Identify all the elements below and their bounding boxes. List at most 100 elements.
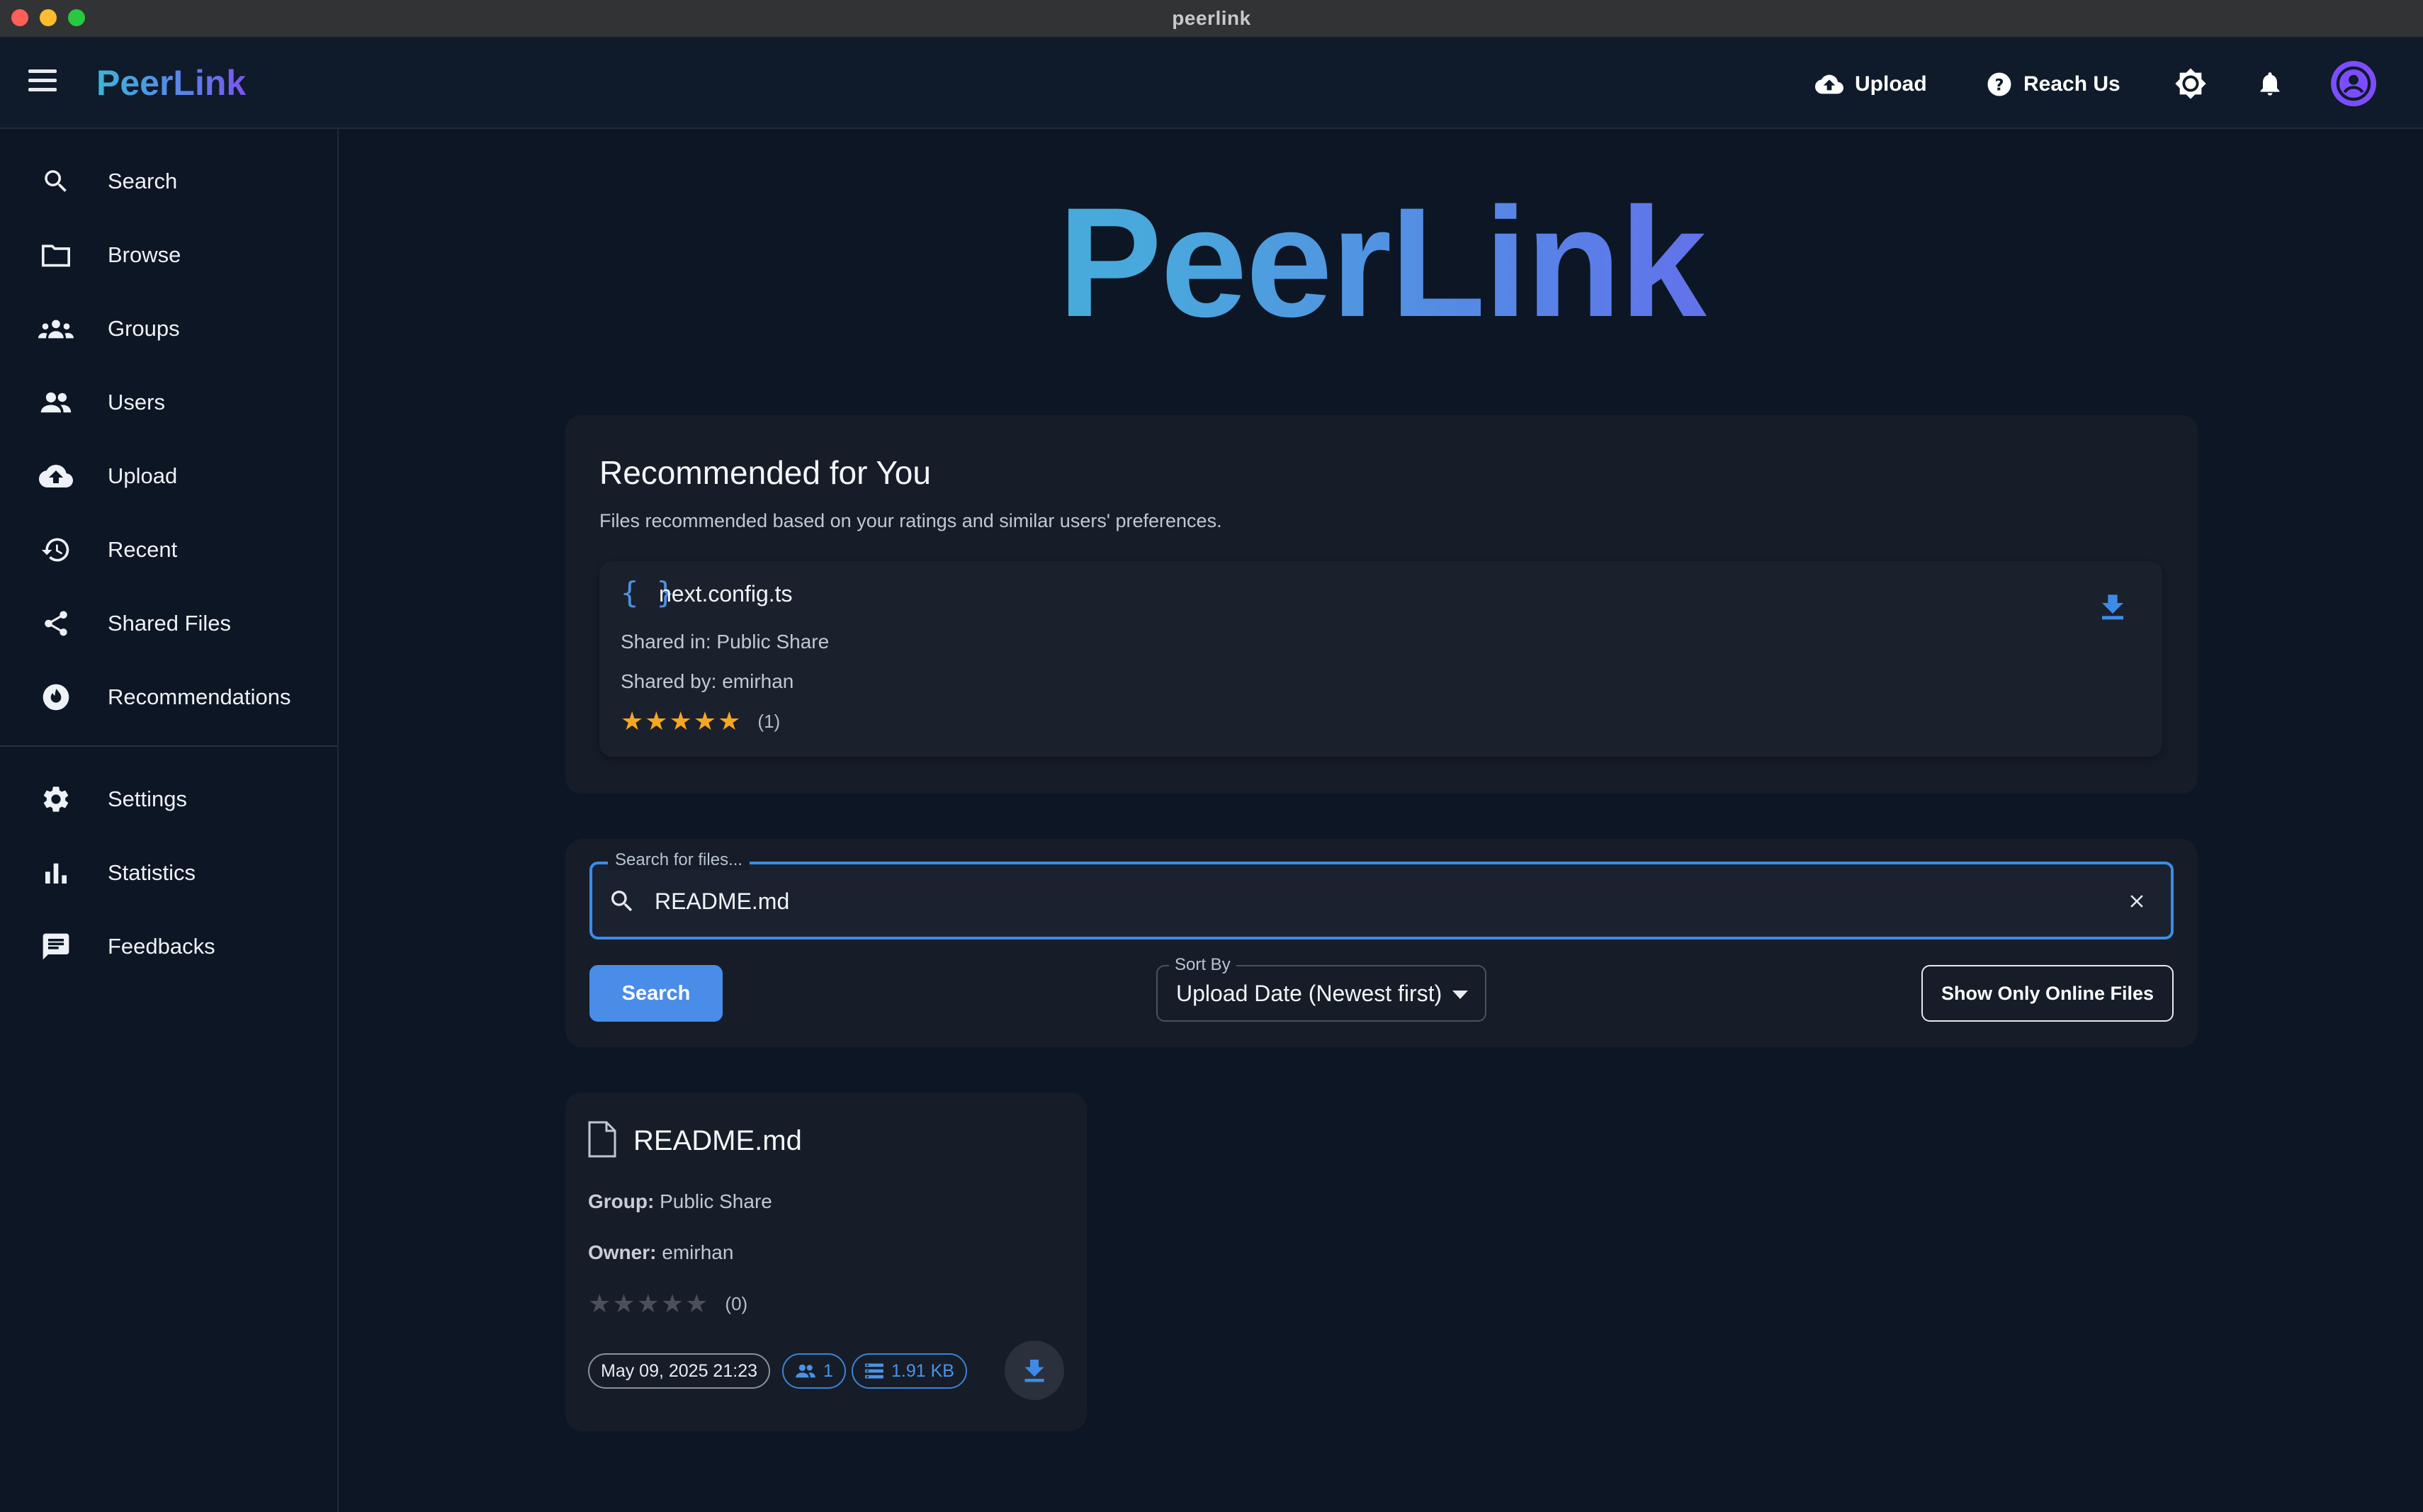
file-name[interactable]: README.md bbox=[633, 1125, 802, 1157]
recommended-title: Recommended for You bbox=[599, 454, 931, 491]
app-bar: PeerLink Upload ? Reach Us bbox=[0, 38, 2423, 129]
search-icon bbox=[602, 881, 642, 921]
show-online-files-button[interactable]: Show Only Online Files bbox=[1921, 965, 2174, 1022]
search-panel: Search for files... Search Sort By Uploa… bbox=[565, 839, 2198, 1047]
star-icon[interactable]: ★ bbox=[621, 709, 643, 734]
group-value: Public Share bbox=[660, 1190, 772, 1212]
sidebar-item-label: Feedbacks bbox=[108, 934, 215, 959]
file-icon bbox=[587, 1121, 618, 1161]
owner-label: Owner: bbox=[588, 1241, 657, 1263]
download-button[interactable] bbox=[1005, 1341, 1064, 1400]
star-icon[interactable]: ★ bbox=[661, 1291, 684, 1316]
group-label: Group: bbox=[588, 1190, 655, 1212]
peers-chip: 1 bbox=[782, 1353, 846, 1389]
window-title: peerlink bbox=[1172, 7, 1251, 29]
star-icon[interactable]: ★ bbox=[588, 1291, 611, 1316]
star-icon[interactable]: ★ bbox=[718, 709, 740, 734]
sidebar-item-label: Statistics bbox=[108, 860, 196, 885]
download-icon[interactable] bbox=[2091, 585, 2134, 628]
chevron-down-icon bbox=[1452, 991, 1468, 999]
search-field[interactable]: Search for files... bbox=[589, 850, 2174, 940]
recommended-card: Recommended for You Files recommended ba… bbox=[565, 415, 2198, 794]
close-window-button[interactable] bbox=[11, 9, 28, 26]
search-input[interactable] bbox=[655, 880, 2072, 923]
recommendations-icon bbox=[37, 678, 75, 716]
rating-stars[interactable]: ★ ★ ★ ★ ★ (1) bbox=[621, 709, 780, 734]
star-icon[interactable]: ★ bbox=[637, 1291, 660, 1316]
star-icon[interactable]: ★ bbox=[694, 709, 716, 734]
storage-icon bbox=[865, 1363, 883, 1379]
users-icon bbox=[37, 383, 75, 422]
sidebar-item-label: Users bbox=[108, 390, 165, 414]
file-result-card[interactable]: README.md Group: Public Share Owner: emi… bbox=[565, 1093, 1087, 1431]
rating-count: (1) bbox=[757, 710, 781, 732]
sidebar-item-feedbacks[interactable]: Feedbacks bbox=[0, 913, 337, 981]
recommended-file-name[interactable]: next.config.ts bbox=[659, 581, 793, 607]
groups-icon bbox=[37, 310, 75, 348]
avatar[interactable] bbox=[2331, 61, 2376, 106]
sidebar-item-label: Settings bbox=[108, 786, 188, 811]
reach-us-button[interactable]: ? Reach Us bbox=[1987, 65, 2120, 103]
window-titlebar: peerlink bbox=[0, 0, 2423, 38]
minimize-window-button[interactable] bbox=[40, 9, 57, 26]
star-icon[interactable]: ★ bbox=[612, 1291, 635, 1316]
star-icon[interactable]: ★ bbox=[685, 1291, 708, 1316]
feedback-icon bbox=[37, 927, 75, 966]
sidebar-item-label: Search bbox=[108, 169, 178, 193]
sidebar-item-recommendations[interactable]: Recommendations bbox=[0, 663, 337, 731]
gear-icon bbox=[37, 780, 75, 818]
sidebar-item-shared-files[interactable]: Shared Files bbox=[0, 589, 337, 658]
search-button[interactable]: Search bbox=[589, 965, 723, 1022]
brand-logo[interactable]: PeerLink bbox=[96, 62, 246, 103]
size-chip: 1.91 KB bbox=[852, 1353, 967, 1389]
download-icon bbox=[1024, 1360, 1044, 1382]
window-controls bbox=[11, 9, 85, 26]
upload-date-chip: May 09, 2025 21:23 bbox=[588, 1353, 770, 1389]
file-size: 1.91 KB bbox=[891, 1360, 954, 1381]
star-icon[interactable]: ★ bbox=[645, 709, 667, 734]
sidebar-item-label: Groups bbox=[108, 316, 180, 341]
sidebar-item-groups[interactable]: Groups bbox=[0, 295, 337, 363]
sidebar: Search Browse Groups Users Upload Recent… bbox=[0, 129, 339, 1512]
sidebar-item-recent[interactable]: Recent bbox=[0, 516, 337, 584]
users-icon bbox=[796, 1364, 815, 1378]
upload-button[interactable]: Upload bbox=[1815, 65, 1927, 103]
clear-icon[interactable] bbox=[2117, 881, 2157, 921]
sidebar-item-settings[interactable]: Settings bbox=[0, 765, 337, 833]
cloud-upload-icon bbox=[37, 457, 75, 495]
maximize-window-button[interactable] bbox=[68, 9, 85, 26]
recommended-shared-in: Shared in: Public Share bbox=[621, 631, 830, 653]
sidebar-divider bbox=[0, 745, 337, 747]
sidebar-item-browse[interactable]: Browse bbox=[0, 221, 337, 289]
bar-chart-icon bbox=[37, 854, 75, 892]
folder-icon bbox=[37, 236, 75, 274]
hero-title: PeerLink bbox=[708, 184, 2055, 340]
reach-us-label: Reach Us bbox=[2023, 72, 2120, 96]
star-icon[interactable]: ★ bbox=[670, 709, 692, 734]
menu-icon[interactable] bbox=[28, 69, 60, 98]
recommended-file-item[interactable]: { } next.config.ts Shared in: Public Sha… bbox=[599, 561, 2162, 757]
svg-text:?: ? bbox=[1994, 76, 2004, 94]
history-icon bbox=[37, 531, 75, 569]
recommended-subtitle: Files recommended based on your ratings … bbox=[599, 510, 1222, 531]
peer-count: 1 bbox=[823, 1360, 833, 1381]
sidebar-item-statistics[interactable]: Statistics bbox=[0, 839, 337, 907]
rating-count: (0) bbox=[725, 1292, 748, 1314]
recommended-shared-by: Shared by: emirhan bbox=[621, 670, 794, 692]
sidebar-item-label: Upload bbox=[108, 463, 178, 488]
sidebar-item-label: Recommendations bbox=[108, 684, 291, 709]
upload-button-label: Upload bbox=[1855, 72, 1927, 96]
sort-by-select[interactable]: Sort By Upload Date (Newest first) bbox=[1156, 955, 1486, 1022]
search-field-label: Search for files... bbox=[608, 850, 750, 870]
app-window: peerlink PeerLink Upload ? Reach Us Sear… bbox=[0, 0, 2423, 1512]
notifications-bell-icon[interactable] bbox=[2247, 61, 2293, 106]
upload-date: May 09, 2025 21:23 bbox=[601, 1360, 757, 1381]
theme-toggle-icon[interactable] bbox=[2168, 61, 2213, 106]
search-icon bbox=[37, 162, 75, 201]
sidebar-item-upload[interactable]: Upload bbox=[0, 442, 337, 510]
sidebar-item-label: Browse bbox=[108, 242, 181, 267]
sort-by-value: Upload Date (Newest first) bbox=[1176, 981, 1442, 1006]
rating-stars[interactable]: ★ ★ ★ ★ ★ (0) bbox=[588, 1291, 747, 1316]
sidebar-item-users[interactable]: Users bbox=[0, 368, 337, 436]
sidebar-item-search[interactable]: Search bbox=[0, 147, 337, 215]
